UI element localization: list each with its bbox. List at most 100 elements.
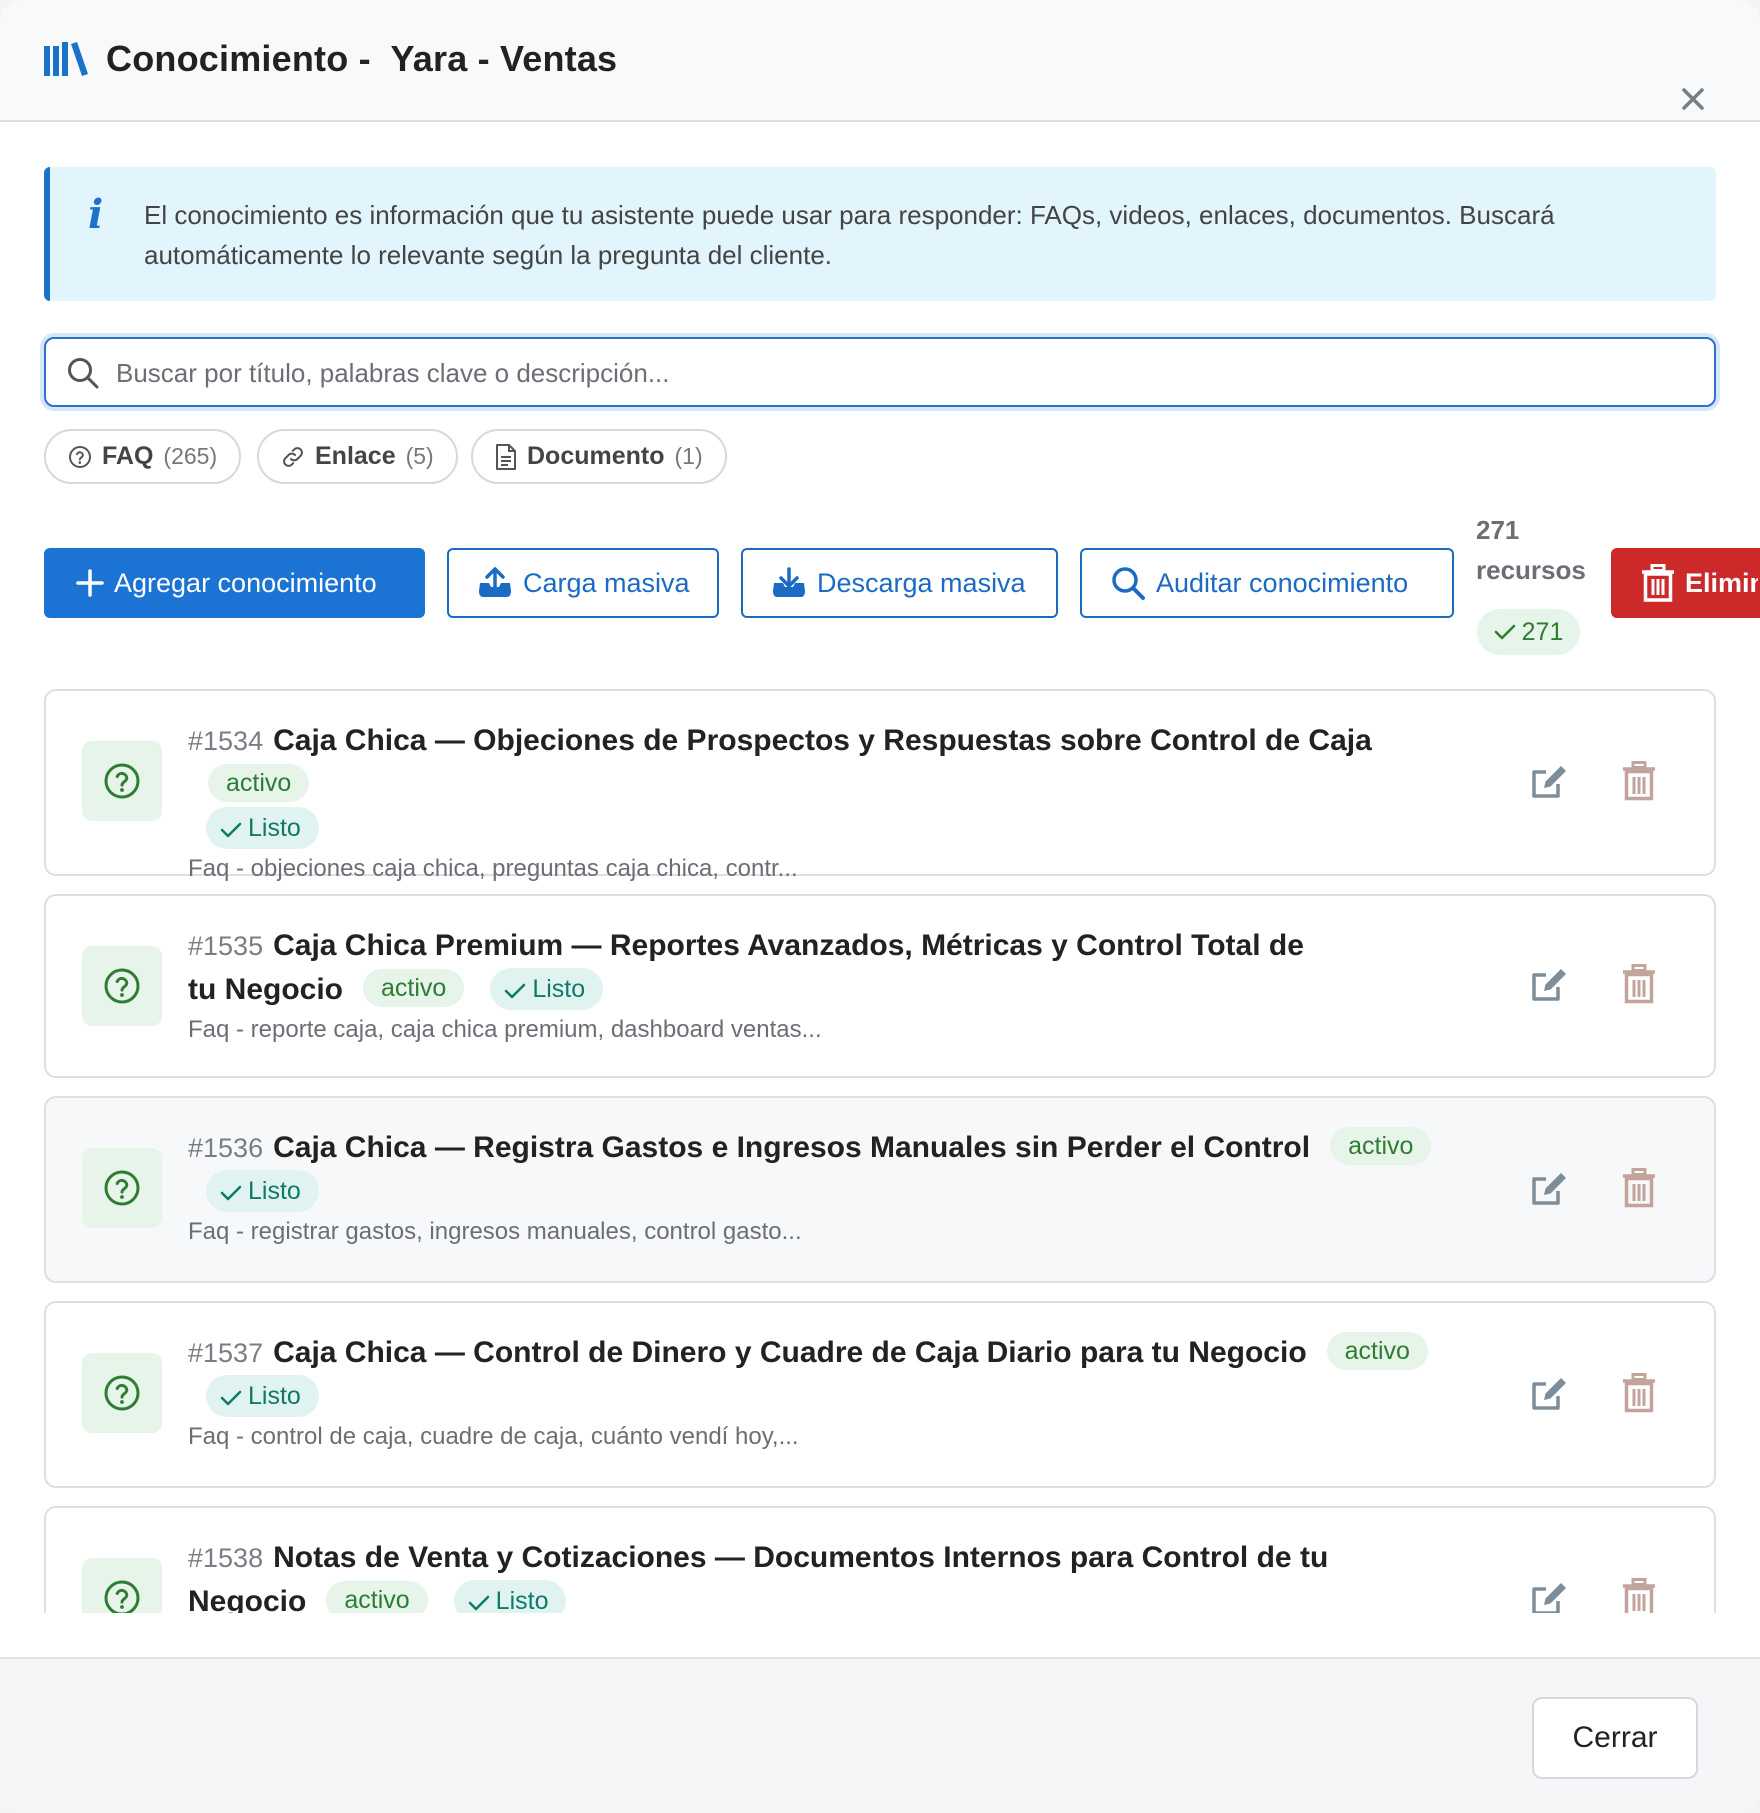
faq-type-icon: [82, 946, 162, 1026]
edit-icon[interactable]: [1530, 1375, 1568, 1413]
ready-badge: Listo: [206, 1375, 319, 1417]
filter-count: (1): [674, 443, 703, 469]
close-button[interactable]: Cerrar: [1532, 1697, 1698, 1779]
ready-badge: Listo: [206, 807, 319, 849]
check-icon: [505, 983, 526, 999]
item-id: #1536: [188, 1133, 264, 1163]
item-title: Caja Chica — Registra Gastos e Ingresos …: [273, 1131, 1311, 1164]
link-icon: [283, 446, 303, 467]
item-description: Faq - objeciones caja chica, preguntas c…: [188, 855, 798, 882]
edit-icon[interactable]: [1530, 1580, 1568, 1613]
filter-label: Enlace: [315, 442, 396, 470]
delete-all-label: Elimin: [1685, 567, 1760, 598]
faq-type-icon: [82, 741, 162, 821]
question-circle-icon: [104, 1170, 140, 1206]
item-id: #1535: [188, 931, 264, 961]
ready-badge: Listo: [453, 1580, 567, 1613]
resource-count: 271 recursos: [1476, 515, 1586, 585]
trash-icon[interactable]: [1622, 1373, 1656, 1413]
info-icon: i: [88, 191, 104, 238]
modal-title: Conocimiento - Yara - Ventas: [106, 38, 618, 79]
check-icon: [220, 822, 242, 838]
question-circle-icon: [104, 1580, 140, 1613]
ready-count: 271: [1521, 617, 1564, 646]
info-text: El conocimiento es información que tu as…: [144, 200, 1555, 270]
check-icon: [1494, 624, 1515, 640]
edit-icon[interactable]: [1530, 966, 1568, 1004]
audit-knowledge-label: Auditar conocimiento: [1156, 567, 1409, 598]
knowledge-modal: Conocimiento - Yara - Ventas i El conoci…: [0, 0, 1760, 1813]
ready-label: Listo: [248, 814, 301, 842]
ready-count-badge: 271: [1477, 609, 1580, 655]
trash-icon[interactable]: [1622, 964, 1656, 1004]
knowledge-item[interactable]: #1536 Caja Chica — Registra Gastos e Ingr…: [44, 1096, 1716, 1283]
trash-icon: [1642, 564, 1674, 602]
close-icon[interactable]: [1678, 84, 1708, 114]
bulk-download-button[interactable]: Descarga masiva: [741, 548, 1058, 618]
faq-type-icon: [82, 1353, 162, 1433]
check-icon: [468, 1595, 489, 1611]
upload-icon: [479, 567, 511, 597]
status-badge: activo: [326, 1581, 428, 1613]
item-title: Caja Chica Premium — Reportes Avanzados,…: [188, 929, 1304, 1006]
trash-icon[interactable]: [1622, 1168, 1656, 1208]
filter-chip-enlace[interactable]: Enlace (5): [257, 429, 458, 484]
edit-icon[interactable]: [1530, 1170, 1568, 1208]
search-icon: [68, 358, 99, 389]
info-banner: i El conocimiento es información que tu …: [44, 167, 1716, 301]
check-icon: [220, 1390, 242, 1406]
filter-count: (265): [163, 443, 218, 469]
filter-label: Documento: [527, 442, 665, 470]
filter-count: (5): [405, 443, 434, 469]
search-input[interactable]: [116, 349, 1696, 397]
item-id: #1537: [188, 1338, 264, 1368]
knowledge-item[interactable]: #1534 Caja Chica — Objeciones de Prospect…: [44, 689, 1716, 882]
search-box: [44, 337, 1716, 407]
trash-icon[interactable]: [1622, 1578, 1656, 1613]
faq-type-icon: [82, 1148, 162, 1228]
edit-icon[interactable]: [1530, 763, 1568, 801]
check-icon: [220, 1185, 242, 1201]
knowledge-list: #1534 Caja Chica — Objeciones de Prospect…: [44, 689, 1716, 1613]
ready-badge: Listo: [206, 1170, 319, 1212]
plus-icon: [76, 569, 104, 597]
knowledge-item[interactable]: #1538 Notas de Venta y Cotizaciones — Doc…: [44, 1506, 1716, 1613]
status-badge: activo: [1330, 1127, 1432, 1165]
item-title: Caja Chica — Control de Dinero y Cuadre …: [273, 1336, 1307, 1369]
item-id: #1538: [188, 1543, 264, 1573]
filter-label: FAQ: [102, 442, 154, 470]
status-badge: activo: [363, 969, 465, 1007]
bulk-download-label: Descarga masiva: [817, 567, 1026, 598]
bulk-upload-button[interactable]: Carga masiva: [447, 548, 719, 618]
add-knowledge-button[interactable]: Agregar conocimiento: [44, 548, 425, 618]
knowledge-item[interactable]: #1535 Caja Chica Premium — Reportes Avanz…: [44, 894, 1716, 1078]
filter-chip-documento[interactable]: Documento (1): [471, 429, 727, 484]
ready-label: Listo: [248, 1382, 301, 1410]
knowledge-item[interactable]: #1537 Caja Chica — Control de Dinero y Cu…: [44, 1301, 1716, 1488]
library-books-icon: [44, 42, 88, 76]
question-circle-icon: [104, 1375, 140, 1411]
status-badge: activo: [1326, 1332, 1428, 1370]
faq-type-icon: [82, 1558, 162, 1613]
add-knowledge-label: Agregar conocimiento: [114, 567, 377, 598]
item-description: Faq - registrar gastos, ingresos manuale…: [188, 1218, 802, 1245]
ready-label: Listo: [248, 1177, 301, 1205]
item-description: Faq - reporte caja, caja chica premium, …: [188, 1016, 822, 1043]
bulk-upload-label: Carga masiva: [523, 567, 690, 598]
modal-header: Conocimiento - Yara - Ventas: [0, 0, 1760, 122]
question-circle-icon: [69, 445, 91, 468]
filter-chip-faq[interactable]: FAQ (265): [44, 429, 242, 484]
question-circle-icon: [104, 763, 140, 799]
delete-all-button[interactable]: Elimin: [1611, 548, 1760, 618]
item-description: Faq - control de caja, cuadre de caja, c…: [188, 1423, 799, 1450]
ready-badge: Listo: [490, 968, 604, 1010]
question-circle-icon: [104, 968, 140, 1004]
download-icon: [773, 567, 805, 597]
audit-knowledge-button[interactable]: Auditar conocimiento: [1080, 548, 1454, 618]
status-badge: activo: [208, 764, 310, 802]
document-icon: [496, 443, 516, 470]
ready-label: Listo: [532, 975, 586, 1003]
trash-icon[interactable]: [1622, 761, 1656, 801]
search-icon: [1112, 567, 1145, 600]
item-title: Caja Chica — Objeciones de Prospectos y …: [273, 724, 1372, 757]
